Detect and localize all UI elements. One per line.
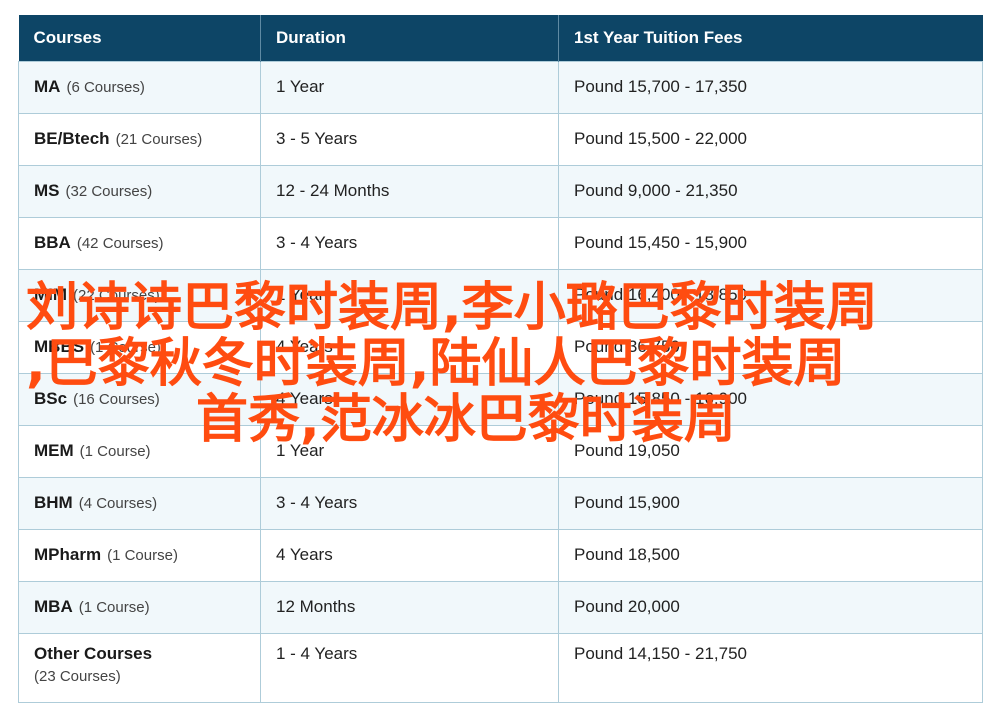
- course-count: (4 Courses): [78, 495, 158, 512]
- course-code: Other Courses: [34, 643, 153, 663]
- course-code: MA: [34, 77, 61, 96]
- table-row: BBA (42 Courses) 3 - 4 Years Pound 15,450 -…: [18, 216, 983, 270]
- course-count: (21 Courses): [115, 131, 203, 148]
- page: Courses Duration 1st Year Tuition Fees M…: [0, 0, 1001, 720]
- course-code: BE/Btech: [34, 129, 110, 148]
- course-code: MBA: [34, 597, 73, 616]
- cell-course: MBA (1 Course): [18, 580, 261, 634]
- cell-duration: 3 - 5 Years: [260, 112, 559, 166]
- cell-tuition-fee: Pound 18,500: [558, 528, 983, 582]
- header-tuition-fees: 1st Year Tuition Fees: [558, 15, 983, 61]
- cell-duration: 12 Months: [260, 580, 559, 634]
- cell-duration: 12 - 24 Months: [260, 164, 559, 218]
- course-code: BHM: [34, 493, 73, 512]
- cell-duration: 3 - 4 Years: [260, 216, 559, 270]
- course-count: (23 Courses): [34, 667, 121, 685]
- table-row: MPharm (1 Course) 4 Years Pound 18,500: [18, 528, 983, 582]
- cell-duration: 3 - 4 Years: [260, 476, 559, 530]
- cell-tuition-fee: Pound 15,900: [558, 476, 983, 530]
- cell-duration: 1 Year: [260, 60, 559, 114]
- cell-course: MPharm (1 Course): [18, 528, 261, 582]
- cell-duration: 1 - 4 Years: [260, 632, 559, 703]
- header-duration: Duration: [260, 15, 559, 61]
- course-count: (42 Courses): [76, 235, 164, 252]
- course-count: (32 Courses): [65, 183, 153, 200]
- cell-course: BHM (4 Courses): [18, 476, 261, 530]
- course-count: (1 Course): [107, 547, 178, 564]
- overlay-text: 刘诗诗巴黎时装周,李小璐巴黎时装周 ,巴黎秋冬时装周,陆仙人巴黎时装周 首秀,范…: [0, 280, 1001, 448]
- course-code: MPharm: [34, 545, 102, 564]
- header-courses: Courses: [18, 15, 261, 61]
- table-row: MA (6 Courses) 1 Year Pound 15,700 - 17,350: [18, 60, 983, 114]
- course-code: BBA: [34, 233, 71, 252]
- cell-course: BBA (42 Courses): [18, 216, 261, 270]
- table-header: Courses Duration 1st Year Tuition Fees: [18, 15, 983, 61]
- table-row: MBA (1 Course) 12 Months Pound 20,000: [18, 580, 983, 634]
- cell-tuition-fee: Pound 15,450 - 15,900: [558, 216, 983, 270]
- table-row: MS (32 Courses) 12 - 24 Months Pound 9,000 …: [18, 164, 983, 218]
- overlay-line-2: ,巴黎秋冬时装周,陆仙人巴黎时装周: [26, 334, 846, 394]
- cell-course: MS (32 Courses): [18, 164, 261, 218]
- table-row: BHM (4 Courses) 3 - 4 Years Pound 15,900: [18, 476, 983, 530]
- table-row: BE/Btech (21 Courses) 3 - 5 Years Pound 15,…: [18, 112, 983, 166]
- course-count: (6 Courses): [66, 79, 145, 96]
- cell-tuition-fee: Pound 9,000 - 21,350: [558, 164, 983, 218]
- cell-course: Other Courses (23 Courses): [18, 632, 261, 703]
- overlay-line-1: 刘诗诗巴黎时装周,李小璐巴黎时装周: [26, 278, 878, 338]
- cell-tuition-fee: Pound 14,150 - 21,750: [558, 632, 983, 703]
- table-row: Other Courses (23 Courses) 1 - 4 Years Poun…: [18, 632, 983, 703]
- cell-tuition-fee: Pound 20,000: [558, 580, 983, 634]
- course-code: MS: [34, 181, 60, 200]
- cell-course: BE/Btech (21 Courses): [18, 112, 261, 166]
- cell-course: MA (6 Courses): [18, 60, 261, 114]
- cell-tuition-fee: Pound 15,700 - 17,350: [558, 60, 983, 114]
- cell-tuition-fee: Pound 15,500 - 22,000: [558, 112, 983, 166]
- cell-duration: 4 Years: [260, 528, 559, 582]
- header-row: Courses Duration 1st Year Tuition Fees: [18, 15, 983, 61]
- course-count: (1 Course): [78, 599, 150, 616]
- overlay-line-3: 首秀,范冰冰巴黎时装周: [196, 390, 736, 450]
